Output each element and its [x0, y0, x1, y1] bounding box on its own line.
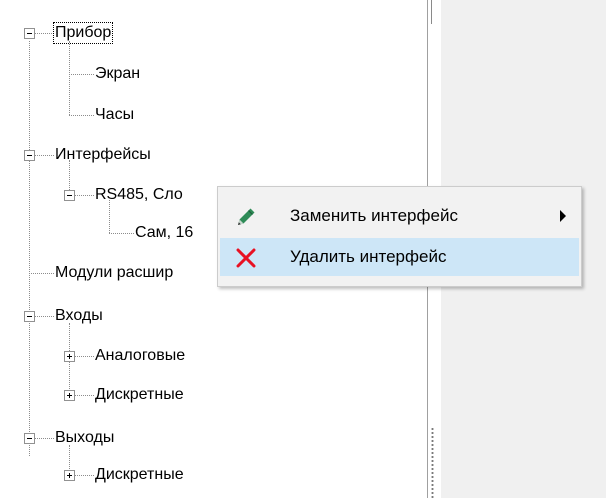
- tree-node-moduli[interactable]: Модули расшир: [55, 263, 173, 283]
- menu-item-label: Удалить интерфейс: [290, 247, 447, 266]
- pencil-icon: [238, 208, 255, 225]
- collapse-toggle-vkhody[interactable]: [24, 311, 35, 322]
- splitter-grip-bottom: [431, 427, 434, 498]
- splitter-grip-top: [431, 0, 435, 24]
- tree-node-sam[interactable]: Сам, 16: [135, 223, 193, 243]
- menu-item-label: Заменить интерфейс: [290, 206, 458, 225]
- tree-line: [35, 316, 54, 317]
- expand-toggle-diskr-in[interactable]: [64, 390, 75, 401]
- collapse-toggle-pribor[interactable]: [24, 28, 35, 39]
- collapse-toggle-interfeisy[interactable]: [24, 150, 35, 161]
- menu-item-replace-interface[interactable]: Заменить интерфейс: [220, 197, 579, 235]
- collapse-toggle-vykhody[interactable]: [24, 433, 35, 444]
- tree-node-diskr-in[interactable]: Дискретные: [95, 385, 184, 405]
- tree-line: [75, 195, 94, 196]
- tree-line: [75, 356, 94, 357]
- submenu-arrow-icon: [560, 210, 566, 222]
- expand-toggle-analog[interactable]: [64, 351, 75, 362]
- expand-toggle-diskr-out[interactable]: [64, 470, 75, 481]
- tree-node-chasy[interactable]: Часы: [95, 105, 134, 125]
- delete-x-icon: [236, 248, 256, 268]
- tree-line: [35, 33, 54, 34]
- context-menu: Заменить интерфейс Удалить интерфейс: [217, 186, 582, 287]
- tree-node-interfeisy[interactable]: Интерфейсы: [55, 145, 151, 165]
- tree-node-rs485[interactable]: RS485, Сло: [95, 185, 183, 205]
- tree-node-analog[interactable]: Аналоговые: [95, 346, 185, 366]
- tree-node-ekran[interactable]: Экран: [95, 64, 140, 84]
- tree-line: [75, 395, 94, 396]
- tree-node-vkhody[interactable]: Входы: [55, 306, 103, 326]
- tree-line: [69, 74, 94, 75]
- tree-line: [35, 438, 54, 439]
- menu-item-delete-interface[interactable]: Удалить интерфейс: [220, 238, 579, 276]
- tree-node-diskr-out[interactable]: Дискретные: [95, 465, 184, 485]
- tree-line: [35, 155, 54, 156]
- tree-line: [75, 475, 94, 476]
- tree-line: [109, 233, 134, 234]
- tree-line: [29, 273, 54, 274]
- tree-line: [29, 41, 30, 456]
- collapse-toggle-rs485[interactable]: [64, 190, 75, 201]
- tree-line: [69, 41, 70, 115]
- tree-node-vykhody[interactable]: Выходы: [55, 428, 114, 448]
- tree-line: [69, 115, 94, 116]
- tree-node-pribor[interactable]: Прибор: [52, 22, 114, 44]
